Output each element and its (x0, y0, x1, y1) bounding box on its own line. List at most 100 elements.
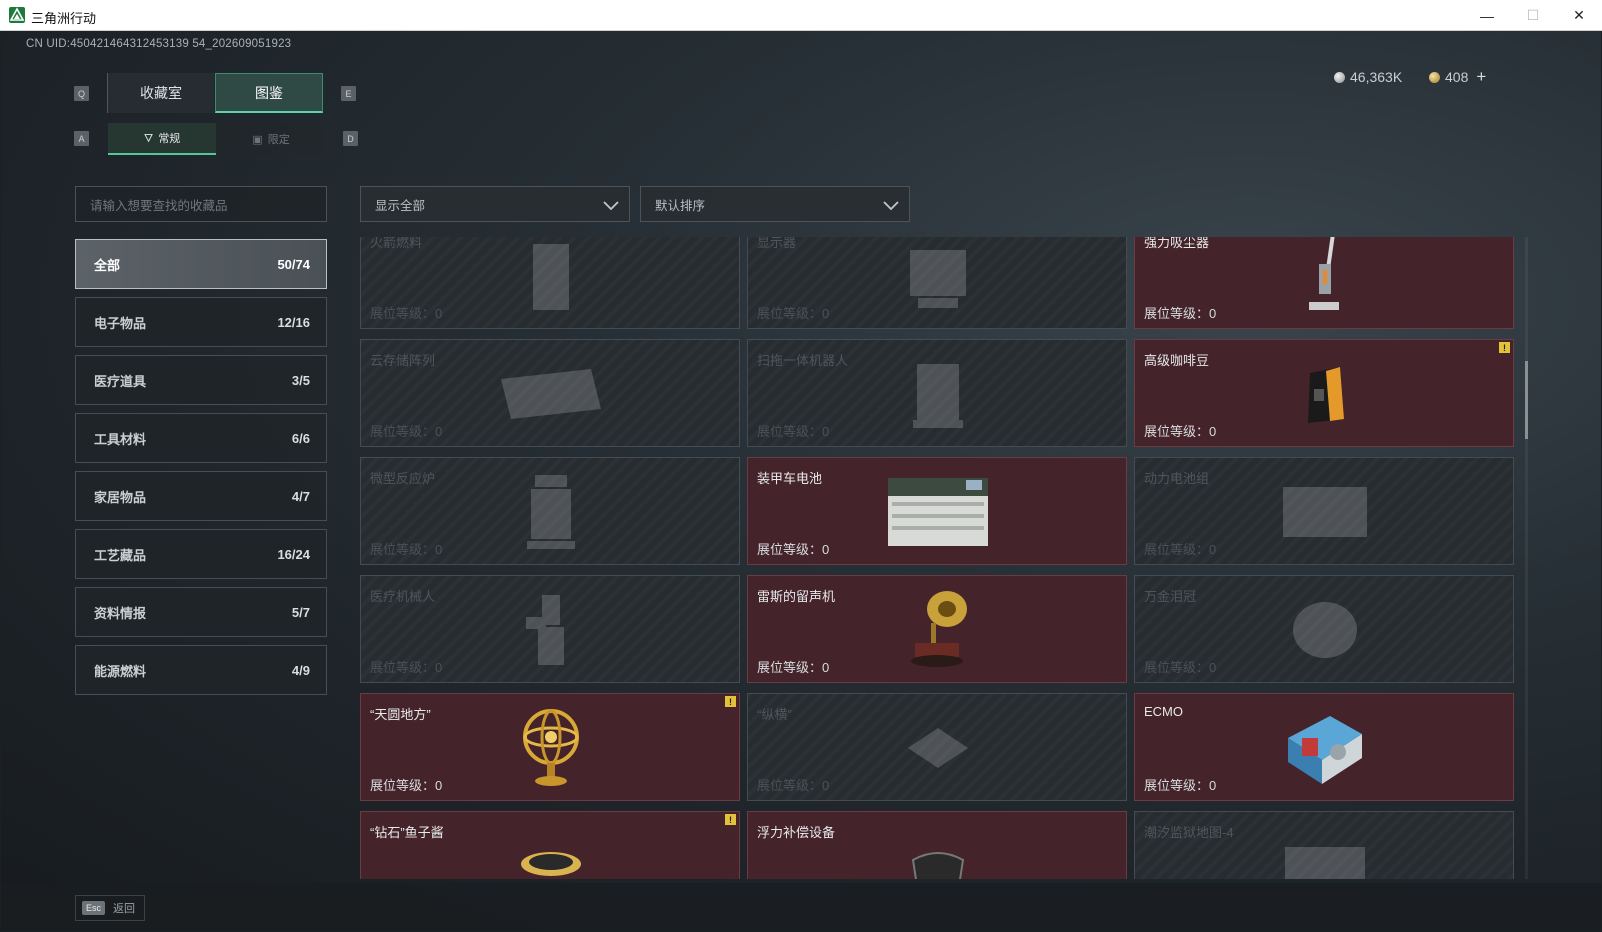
collection-card[interactable]: ! “钻石”鱼子酱 展位等级：0 (360, 811, 740, 879)
collection-card[interactable]: 医疗机械人 展位等级：0 (360, 575, 740, 683)
collection-card[interactable]: 强力吸尘器 展位等级：0 (1134, 237, 1514, 329)
map-icon (1260, 820, 1390, 879)
card-level-value: 0 (435, 660, 443, 675)
card-name: 扫拖一体机器人 (757, 353, 849, 368)
collection-card[interactable]: 浮力补偿设备 展位等级：0 (747, 811, 1127, 879)
crown-icon (1260, 584, 1390, 676)
scrollbar-thumb[interactable] (1525, 361, 1528, 439)
bottle-icon: 🜄 (143, 133, 154, 145)
prev-subtab-key: A (74, 131, 89, 146)
medical-robot-icon (486, 584, 616, 676)
card-level-value: 0 (1209, 778, 1217, 793)
card-level: 展位等级：0 (757, 424, 830, 439)
card-level: 展位等级：0 (370, 542, 443, 557)
collection-card[interactable]: 万金泪冠 展位等级：0 (1134, 575, 1514, 683)
new-badge: ! (1499, 342, 1510, 353)
subtab-limited-label: 限定 (267, 134, 290, 146)
search-input[interactable]: 请输入想要查找的收藏品 (75, 186, 327, 222)
collection-card[interactable]: ! “天圆地方” 展位等级：0 (360, 693, 740, 801)
card-name: 万金泪冠 (1144, 589, 1197, 604)
new-badge: ! (725, 814, 736, 825)
ecmo-icon (1260, 702, 1390, 794)
category-intel[interactable]: 资料情报 5/7 (75, 587, 327, 637)
category-home[interactable]: 家居物品 4/7 (75, 471, 327, 521)
new-badge: ! (725, 696, 736, 707)
category-tools[interactable]: 工具材料 6/6 (75, 413, 327, 463)
category-count: 6/6 (291, 430, 310, 446)
card-name: 动力电池组 (1144, 471, 1210, 486)
minimize-button[interactable]: — (1464, 0, 1510, 31)
category-electronics[interactable]: 电子物品 12/16 (75, 297, 327, 347)
card-level: 展位等级：0 (757, 778, 830, 793)
collection-card[interactable]: 微型反应炉 展位等级：0 (360, 457, 740, 565)
back-label: 返回 (113, 903, 136, 915)
card-name: 微型反应炉 (370, 471, 436, 486)
card-name: 火箭燃料 (370, 237, 423, 250)
add-currency-button[interactable]: + (1476, 67, 1486, 87)
card-level: 展位等级：0 (370, 660, 443, 675)
category-count: 50/74 (277, 256, 310, 272)
robot-icon (873, 348, 1003, 440)
collection-card[interactable]: ! 高级咖啡豆 展位等级：0 (1134, 339, 1514, 447)
card-level: 展位等级：0 (370, 778, 443, 793)
category-crafts[interactable]: 工艺藏品 16/24 (75, 529, 327, 579)
collection-card[interactable]: 雷斯的留声机 展位等级：0 (747, 575, 1127, 683)
filter-dropdown-value: 显示全部 (375, 198, 426, 213)
card-name: 高级咖啡豆 (1144, 353, 1210, 368)
next-tab-key: E (341, 86, 356, 101)
card-name: 强力吸尘器 (1144, 237, 1210, 250)
collection-grid: 火箭燃料 展位等级：0 显示器 展位等级：0 强力吸尘器 展位等级：0 云存储阵… (360, 237, 1532, 879)
category-energy[interactable]: 能源燃料 4/9 (75, 645, 327, 695)
collection-card[interactable]: 装甲车电池 展位等级：0 (747, 457, 1127, 565)
collection-card[interactable]: 扫拖一体机器人 展位等级：0 (747, 339, 1127, 447)
card-name: ECMO (1144, 704, 1183, 719)
card-level-value: 0 (435, 306, 443, 321)
category-medical[interactable]: 医疗道具 3/5 (75, 355, 327, 405)
collection-card[interactable]: 动力电池组 展位等级：0 (1134, 457, 1514, 565)
board-icon (873, 702, 1003, 794)
card-level-value: 0 (435, 778, 443, 793)
category-count: 4/7 (291, 488, 310, 504)
category-count: 3/5 (291, 372, 310, 388)
maximize-button[interactable]: ☐ (1510, 0, 1556, 31)
caviar-icon (486, 820, 616, 879)
collection-card[interactable]: 火箭燃料 展位等级：0 (360, 237, 740, 329)
silver-amount: 46,363K (1350, 69, 1403, 85)
bottom-bar: Esc 返回 (1, 883, 1601, 931)
collection-card[interactable]: 潮汐监狱地图-4 展位等级：0 (1134, 811, 1514, 879)
category-label: 工艺藏品 (94, 547, 147, 563)
back-button[interactable]: Esc 返回 (75, 895, 145, 921)
close-button[interactable]: ✕ (1556, 0, 1602, 31)
app-logo-icon (9, 7, 25, 23)
card-name: 云存储阵列 (370, 353, 436, 368)
collection-card[interactable]: “纵横” 展位等级：0 (747, 693, 1127, 801)
tab-collection[interactable]: 收藏室 (107, 73, 214, 113)
card-level: 展位等级：0 (757, 660, 830, 675)
gramophone-icon (873, 584, 1003, 676)
category-label: 工具材料 (94, 431, 147, 447)
coffee-bag-icon (1260, 348, 1390, 440)
grid-scrollbar[interactable] (1525, 237, 1528, 879)
subtab-regular[interactable]: 🜄 常规 (108, 123, 216, 155)
subtab-regular-label: 常规 (158, 133, 181, 145)
card-level-value: 0 (822, 424, 830, 439)
card-name: 装甲车电池 (757, 471, 823, 486)
card-level: 展位等级：0 (370, 306, 443, 321)
card-level-value: 0 (435, 424, 443, 439)
bcd-icon (873, 820, 1003, 879)
tab-catalog[interactable]: 图鉴 (215, 73, 323, 113)
collection-card[interactable]: 显示器 展位等级：0 (747, 237, 1127, 329)
card-level-value: 0 (1209, 424, 1217, 439)
subtab-limited[interactable]: ▣ 限定 (217, 123, 325, 155)
category-all[interactable]: 全部 50/74 (75, 239, 327, 289)
collection-card[interactable]: 云存储阵列 展位等级：0 (360, 339, 740, 447)
card-name: “纵横” (757, 707, 792, 722)
collection-card[interactable]: ECMO 展位等级：0 (1134, 693, 1514, 801)
sort-dropdown[interactable]: 默认排序 (640, 186, 910, 222)
category-label: 资料情报 (94, 605, 147, 621)
sort-dropdown-value: 默认排序 (655, 198, 706, 213)
esc-key: Esc (82, 901, 106, 915)
card-level: 展位等级：0 (1144, 306, 1217, 321)
silver-coin-icon (1334, 71, 1345, 83)
filter-dropdown[interactable]: 显示全部 (360, 186, 630, 222)
